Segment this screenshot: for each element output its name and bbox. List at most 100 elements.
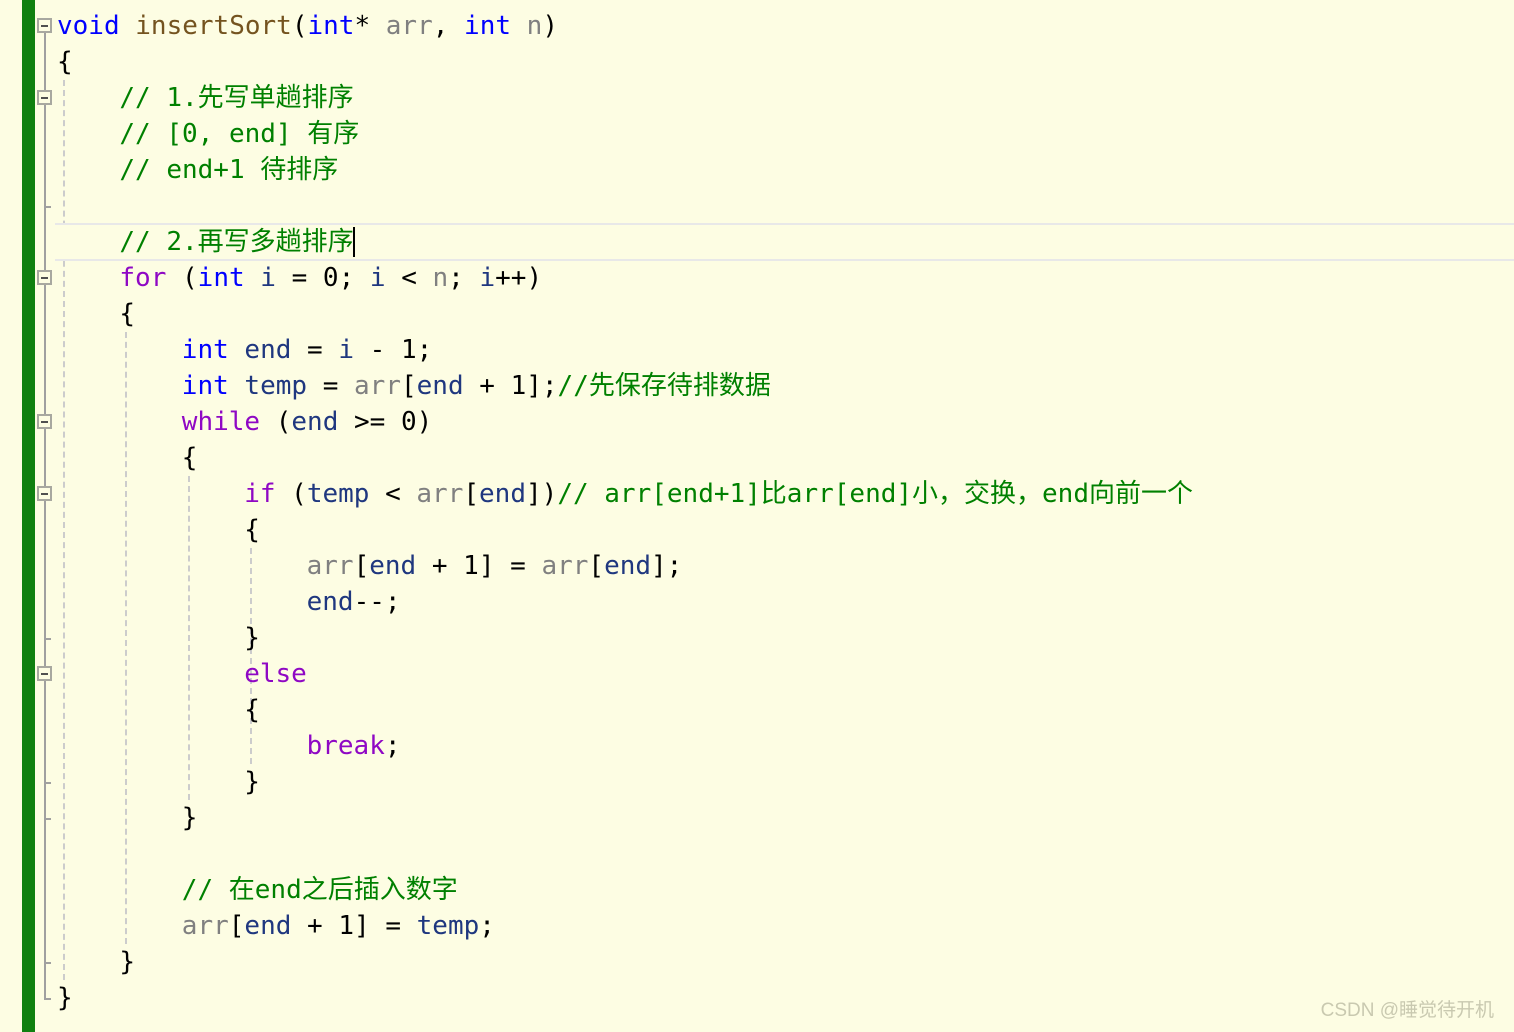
code-token: temp — [306, 479, 370, 509]
code-token: end — [244, 335, 292, 365]
code-line[interactable]: } — [119, 944, 135, 980]
code-token: } — [181, 803, 198, 833]
code-token: - — [354, 335, 401, 365]
code-token: } — [119, 947, 136, 977]
code-line[interactable]: int temp = arr[end + 1];//先保存待排数据 — [182, 368, 771, 404]
code-line[interactable]: arr[end + 1] = temp; — [182, 908, 495, 944]
code-token: int — [197, 263, 245, 293]
code-token: if — [244, 479, 276, 509]
code-token: // [0, end] 有序 — [119, 119, 360, 149]
code-token: end — [306, 587, 354, 617]
code-line[interactable]: } — [244, 764, 260, 800]
code-token: } — [244, 767, 260, 797]
code-token: temp — [416, 911, 480, 941]
code-token: arr — [181, 911, 229, 941]
code-token: = — [307, 371, 355, 401]
code-token: int — [464, 11, 512, 41]
code-line[interactable]: for (int i = 0; i < n; i++) — [119, 260, 542, 296]
code-editor[interactable]: void insertSort(int* arr, int n){// 1.先写… — [0, 0, 1514, 1032]
code-token: { — [181, 443, 198, 473]
code-token: // 1.先写单趟排序 — [119, 83, 354, 113]
code-line[interactable]: arr[end + 1] = arr[end]; — [307, 548, 683, 584]
code-line[interactable]: else — [244, 656, 307, 692]
code-token: n — [526, 11, 543, 41]
code-line[interactable]: void insertSort(int* arr, int n) — [57, 8, 558, 44]
code-token: ; — [384, 731, 401, 761]
code-token: , — [432, 11, 465, 41]
code-token: { — [244, 695, 260, 725]
code-token: ]; — [526, 371, 558, 401]
code-line[interactable]: end--; — [307, 584, 401, 620]
code-token: = — [291, 335, 339, 365]
code-line[interactable]: { — [182, 440, 198, 476]
code-token: [ — [463, 479, 480, 509]
code-token: } — [244, 623, 260, 653]
text-caret — [353, 227, 355, 257]
code-line[interactable]: // 2.再写多趟排序 — [119, 224, 353, 260]
code-token: ]) — [526, 479, 558, 509]
code-token: int — [181, 371, 229, 401]
code-line[interactable]: { — [119, 296, 135, 332]
code-token: + — [463, 371, 511, 401]
code-token: ( — [260, 407, 292, 437]
code-token: end — [604, 551, 652, 581]
code-line[interactable]: { — [244, 512, 260, 548]
code-token: while — [181, 407, 261, 437]
code-token: // arr[end+1]比arr[end]小，交换，end向前一个 — [557, 479, 1193, 509]
code-token: [ — [353, 551, 370, 581]
code-token: } — [57, 983, 73, 1013]
code-line[interactable]: } — [57, 980, 73, 1016]
code-token: insertSort — [135, 11, 292, 41]
code-line[interactable]: // 1.先写单趟排序 — [119, 80, 353, 116]
code-line[interactable]: // end+1 待排序 — [119, 152, 338, 188]
code-token: { — [244, 515, 260, 545]
code-token: n — [432, 263, 449, 293]
code-token: + — [291, 911, 339, 941]
code-token: end — [416, 371, 464, 401]
code-token: // 在end之后插入数字 — [181, 875, 458, 905]
code-token: ]; — [651, 551, 683, 581]
code-line[interactable]: { — [244, 692, 260, 728]
code-line[interactable]: // 在end之后插入数字 — [182, 872, 458, 908]
code-token: 1 — [400, 335, 417, 365]
code-token: ; — [338, 263, 370, 293]
code-token: ; — [448, 263, 480, 293]
code-line[interactable]: } — [182, 800, 198, 836]
code-line[interactable]: while (end >= 0) — [182, 404, 433, 440]
code-line[interactable]: break; — [307, 728, 401, 764]
code-token: 1 — [510, 371, 527, 401]
code-token: int — [307, 11, 355, 41]
code-line[interactable]: if (temp < arr[end])// arr[end+1]比arr[en… — [244, 476, 1193, 512]
csdn-watermark: CSDN @睡觉待开机 — [1320, 1000, 1494, 1021]
code-text-layer[interactable]: void insertSort(int* arr, int n){// 1.先写… — [0, 0, 1514, 1032]
code-token: arr — [541, 551, 589, 581]
code-token: ) — [542, 11, 558, 41]
code-token: ( — [291, 11, 308, 41]
code-line[interactable]: // [0, end] 有序 — [119, 116, 359, 152]
code-token: arr — [354, 371, 401, 401]
code-line[interactable]: int end = i - 1; — [182, 332, 433, 368]
code-token: i — [260, 263, 276, 293]
code-token: // end+1 待排序 — [119, 155, 339, 185]
code-token: break — [306, 731, 385, 761]
code-token: end — [479, 479, 526, 509]
code-token: i — [369, 263, 386, 293]
code-token: temp — [244, 371, 308, 401]
code-token: end — [369, 551, 417, 581]
code-token: i — [338, 335, 355, 365]
code-token: arr — [306, 551, 354, 581]
code-token: arr — [385, 11, 433, 41]
code-token: 0 — [400, 407, 417, 437]
code-line[interactable]: } — [244, 620, 260, 656]
code-line[interactable]: { — [57, 44, 73, 80]
code-token: [ — [400, 371, 417, 401]
code-token: for — [119, 263, 167, 293]
code-token: ++) — [495, 263, 543, 293]
code-token: ( — [166, 263, 198, 293]
code-token: 1 — [463, 551, 479, 581]
